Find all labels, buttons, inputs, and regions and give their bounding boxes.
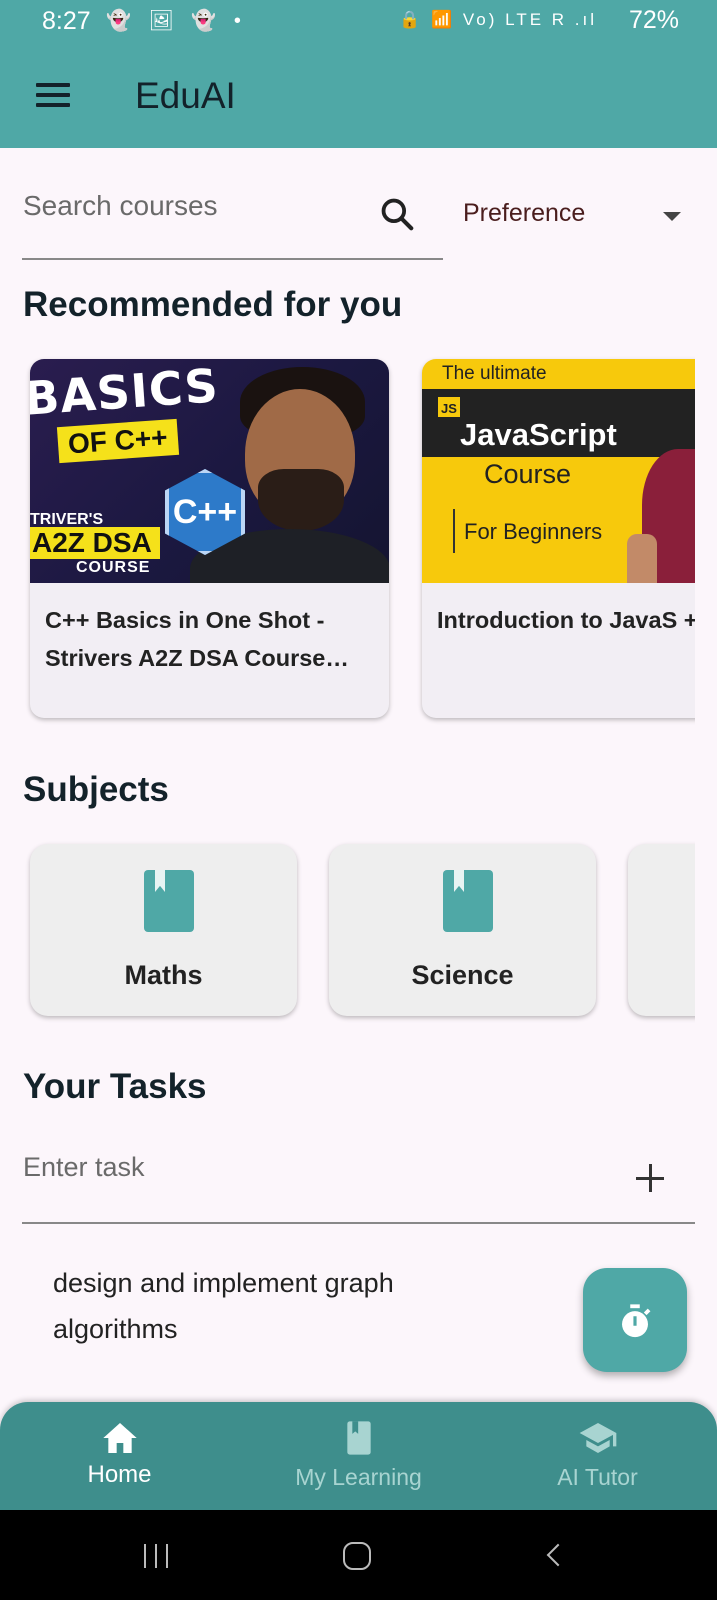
home-button-icon[interactable] [343, 1542, 371, 1570]
nav-item-my-learning[interactable]: My Learning [239, 1402, 478, 1510]
course-thumbnail: The ultimate JS JavaScript Course For Be… [422, 359, 695, 583]
search-input[interactable]: Search courses [23, 190, 218, 222]
subject-card-science[interactable]: Science [329, 844, 596, 1016]
status-bar: 8:27 👻 🖼 👻 • 🔒 📶 Vo) LTE R .ıl 72% [0, 0, 717, 44]
thumb-text: OF C++ [56, 418, 179, 464]
hamburger-menu-icon[interactable] [36, 83, 70, 107]
nav-label: AI Tutor [557, 1464, 638, 1490]
system-navigation-bar [0, 1510, 717, 1600]
nav-item-ai-tutor[interactable]: AI Tutor [478, 1402, 717, 1510]
thumb-text: JavaScript [460, 417, 617, 452]
subject-label: Maths [124, 960, 203, 990]
search-icon[interactable] [378, 195, 416, 233]
course-thumbnail: BASICS OF C++ C++ TRIVER'S A2Z DSA COURS… [30, 359, 389, 583]
recent-apps-icon[interactable] [144, 1544, 170, 1568]
nav-label: Home [87, 1461, 152, 1488]
timer-icon [622, 1304, 651, 1338]
chevron-down-icon[interactable] [663, 212, 681, 221]
subject-label: Science [411, 960, 514, 990]
book-icon [443, 870, 493, 932]
task-input-underline [22, 1222, 695, 1224]
thumb-text: The ultimate [442, 363, 547, 384]
course-carousel[interactable]: BASICS OF C++ C++ TRIVER'S A2Z DSA COURS… [0, 340, 695, 730]
js-badge-icon: JS [438, 397, 460, 417]
timer-fab-button[interactable] [583, 1268, 687, 1372]
signal-icons: 🔒 📶 Vo) LTE R .ıl [399, 10, 597, 29]
subjects-heading: Subjects [23, 770, 169, 809]
thumb-text: COURSE [76, 559, 151, 576]
course-card[interactable]: BASICS OF C++ C++ TRIVER'S A2Z DSA COURS… [30, 359, 389, 718]
thumb-text: A2Z DSA [30, 527, 160, 559]
subject-card-maths[interactable]: Maths [30, 844, 297, 1016]
plus-icon[interactable] [636, 1164, 664, 1192]
preference-dropdown[interactable]: Preference [463, 199, 585, 228]
thumb-text: For Beginners [464, 519, 603, 544]
course-title: C++ Basics in One Shot - Strivers A2Z DS… [45, 607, 349, 671]
thumb-text: BASICS [30, 359, 221, 426]
subjects-carousel[interactable]: Maths Science [0, 830, 695, 1030]
task-list-item[interactable]: design and implement graph algorithms [53, 1260, 493, 1352]
tasks-heading: Your Tasks [23, 1067, 207, 1106]
back-icon[interactable] [546, 1543, 570, 1567]
task-input[interactable]: Enter task [23, 1152, 145, 1183]
graduation-cap-icon [579, 1423, 617, 1453]
recommended-heading: Recommended for you [23, 285, 403, 324]
status-time: 8:27 [42, 7, 91, 35]
thumb-text: Course [484, 459, 572, 489]
course-card[interactable]: The ultimate JS JavaScript Course For Be… [422, 359, 695, 718]
book-icon [144, 870, 194, 932]
book-icon [347, 1421, 371, 1455]
nav-label: My Learning [295, 1464, 422, 1490]
bottom-navigation: Home My Learning AI Tutor [0, 1402, 717, 1510]
subject-card-partial[interactable] [628, 844, 695, 1016]
notification-icons: 👻 🖼 👻 • [106, 10, 247, 32]
battery-level: 72% [628, 6, 679, 34]
app-title: EduAI [135, 75, 236, 116]
app-top-bar: 8:27 👻 🖼 👻 • 🔒 📶 Vo) LTE R .ıl 72% EduAI [0, 0, 717, 148]
course-title: Introduction to JavaS + Setup | JavaScri… [437, 607, 695, 633]
nav-item-home[interactable]: Home [0, 1402, 239, 1510]
home-icon [103, 1423, 137, 1453]
search-underline [22, 258, 443, 260]
